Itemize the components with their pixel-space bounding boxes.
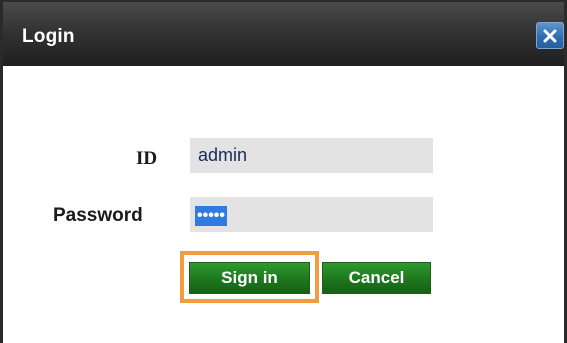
id-label: ID xyxy=(136,148,158,169)
id-field[interactable] xyxy=(190,138,433,173)
cancel-button[interactable]: Cancel xyxy=(322,262,431,294)
close-icon xyxy=(543,29,557,43)
sign-in-button[interactable]: Sign in xyxy=(189,262,310,294)
close-button[interactable] xyxy=(536,22,564,49)
dialog-title: Login xyxy=(22,26,75,47)
password-value: ••••• xyxy=(195,206,228,226)
dialog-titlebar: Login xyxy=(0,0,567,66)
password-label: Password xyxy=(53,205,143,226)
login-dialog: Login ID Password ••••• Sign in Cancel xyxy=(0,0,567,343)
